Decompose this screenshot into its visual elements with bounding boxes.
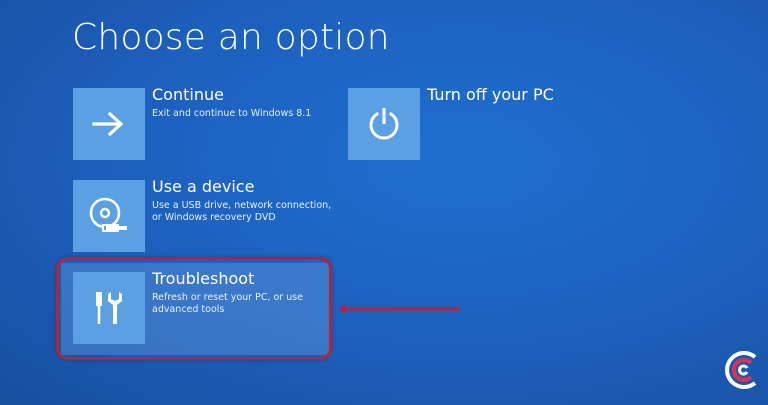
- power-icon: [369, 108, 399, 140]
- disc-drive-icon: [89, 197, 127, 232]
- use-a-device-description: Use a USB drive, network connection, or …: [152, 200, 332, 223]
- continue-tile[interactable]: [73, 88, 145, 160]
- continue-title: Continue: [152, 85, 224, 104]
- continue-description: Exit and continue to Windows 8.1: [152, 108, 312, 119]
- use-a-device-option[interactable]: Use a device Use a USB drive, network co…: [73, 177, 343, 252]
- turn-off-option[interactable]: Turn off your PC: [348, 85, 618, 160]
- annotation-arrow-icon: [338, 304, 460, 314]
- arrow-right-icon: [92, 111, 124, 137]
- turn-off-tile[interactable]: [348, 88, 420, 160]
- watermark-logo-icon: [725, 351, 757, 389]
- turn-off-title: Turn off your PC: [427, 85, 554, 104]
- page-title: Choose an option: [72, 17, 390, 58]
- use-a-device-title: Use a device: [152, 177, 255, 196]
- use-a-device-tile[interactable]: [73, 180, 145, 252]
- annotation-highlight-box: [56, 257, 332, 360]
- continue-option[interactable]: Continue Exit and continue to Windows 8.…: [73, 85, 343, 160]
